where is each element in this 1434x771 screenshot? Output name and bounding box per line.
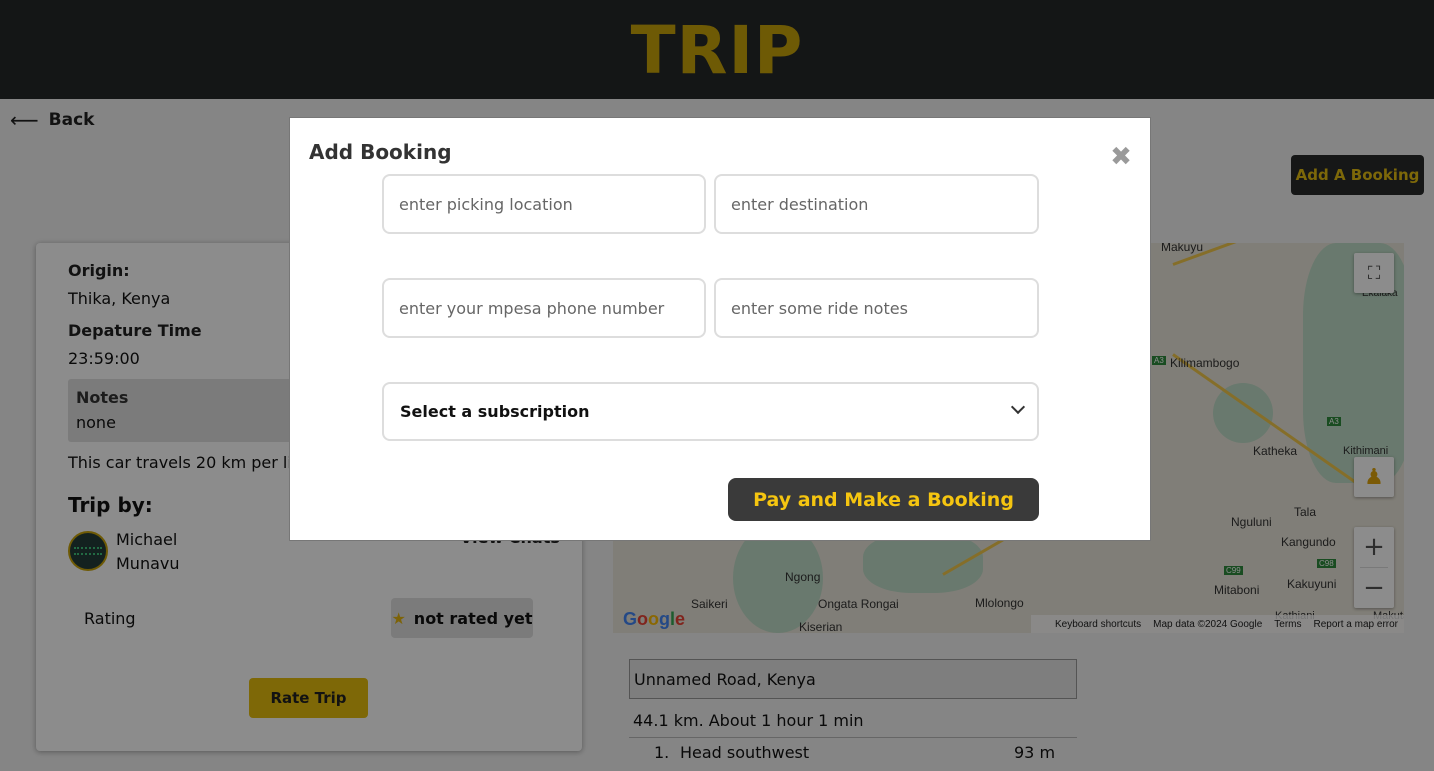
mpesa-phone-input[interactable] [382, 278, 706, 338]
subscription-select[interactable]: Select a subscription [382, 382, 1039, 441]
close-x-icon[interactable]: ✖ [1108, 144, 1134, 170]
destination-input[interactable] [714, 174, 1039, 234]
subscription-selected-value: Select a subscription [400, 402, 590, 421]
ride-notes-input[interactable] [714, 278, 1039, 338]
add-booking-modal: Add Booking ✖ Select a subscription Pay … [289, 117, 1151, 541]
chevron-down-icon [1010, 399, 1026, 415]
pay-and-book-button[interactable]: Pay and Make a Booking [728, 478, 1039, 521]
pickup-location-input[interactable] [382, 174, 706, 234]
modal-title: Add Booking [309, 140, 452, 164]
